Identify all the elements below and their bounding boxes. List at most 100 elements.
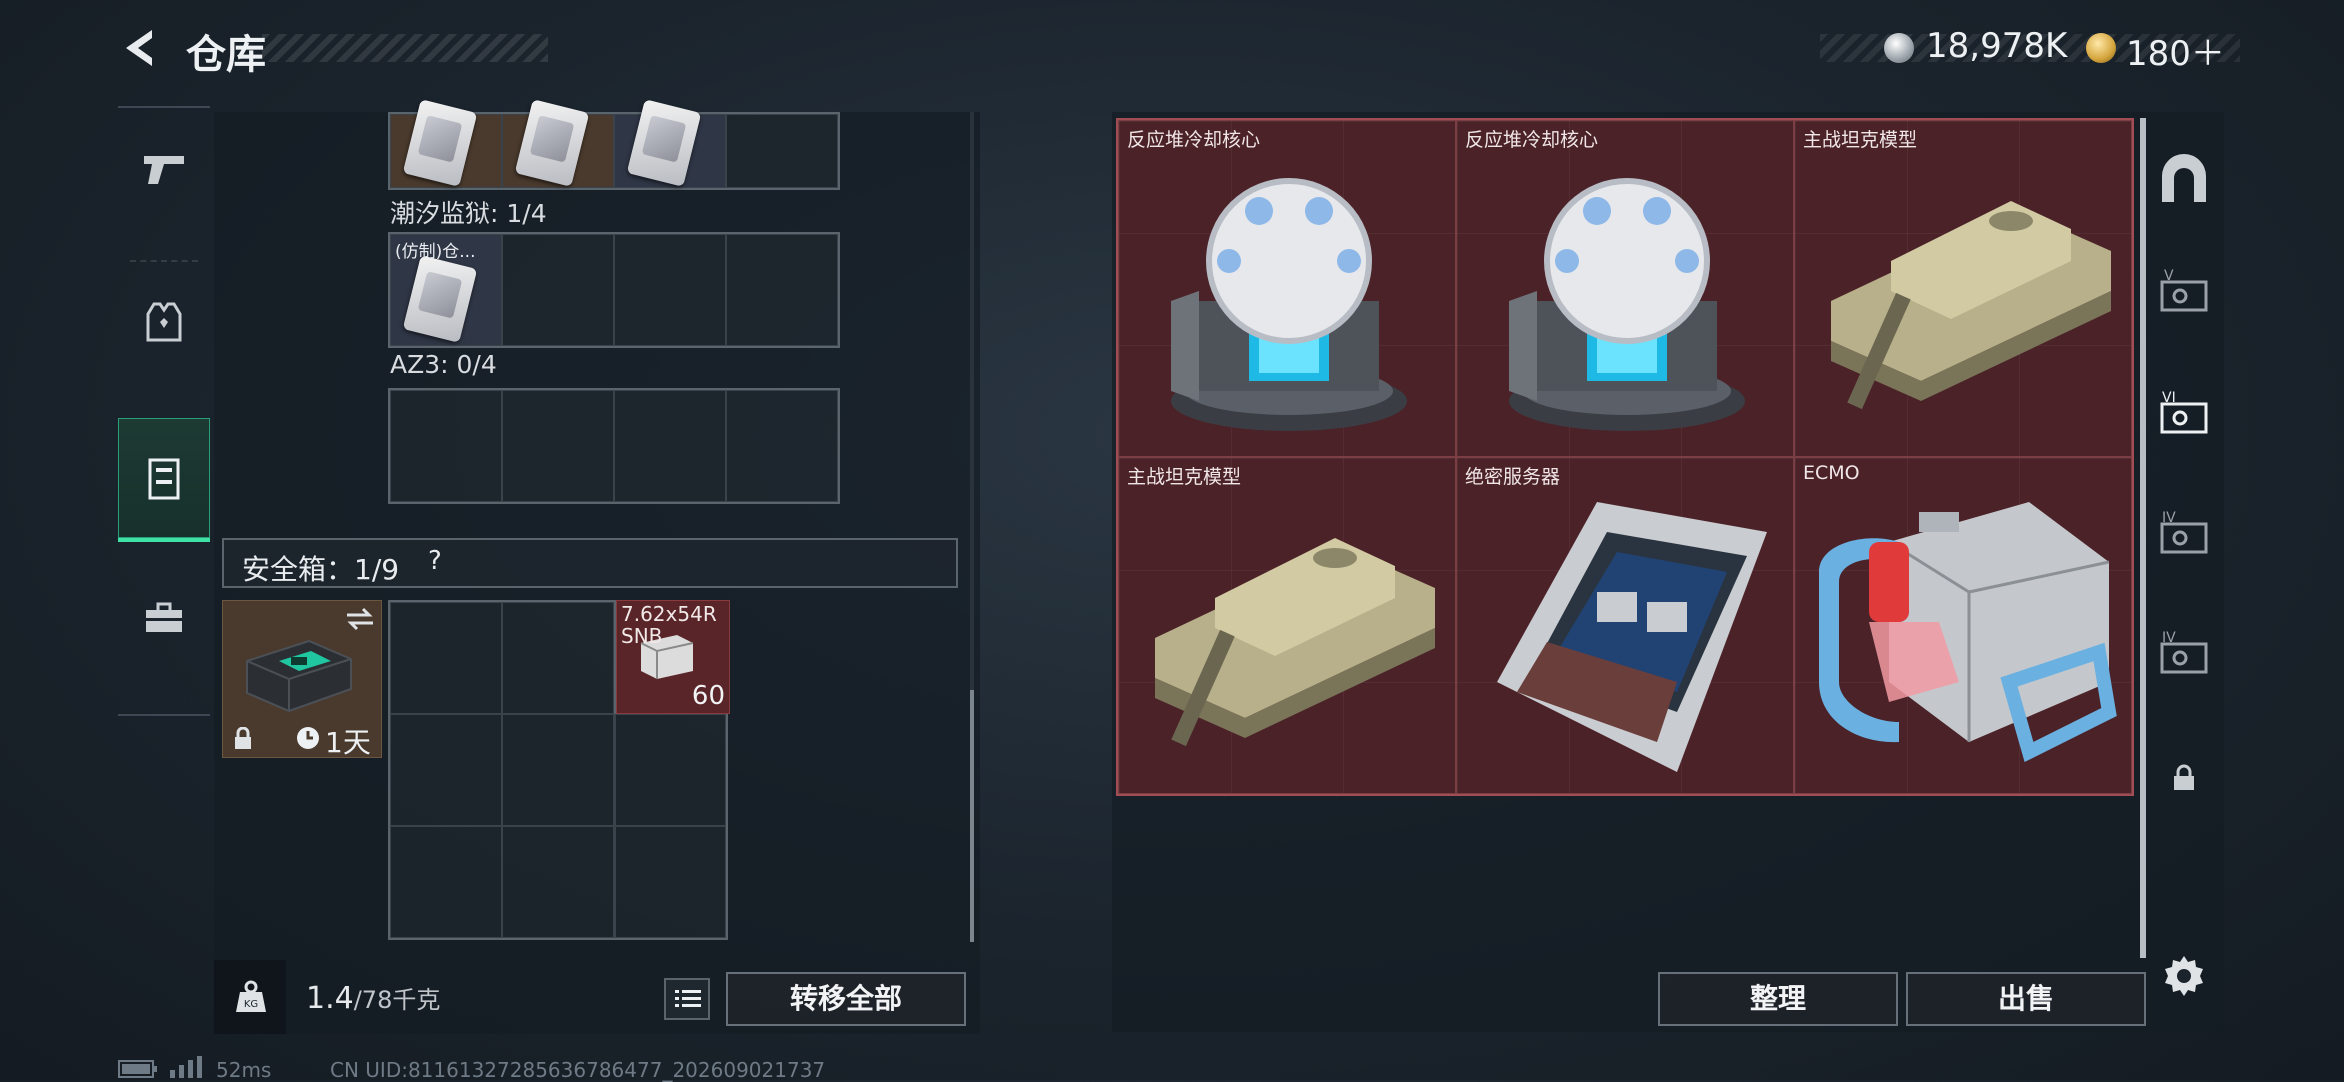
stash-item[interactable]: 反应堆冷却核心 (1118, 120, 1456, 457)
weight-current: 1.4 (306, 981, 354, 1016)
stash-item[interactable]: 绝密服务器 (1456, 457, 1794, 794)
reactor-core-icon (1509, 178, 1745, 431)
silver-coin-icon (1884, 33, 1914, 63)
settings-button[interactable] (2154, 946, 2214, 1006)
grid-cell[interactable] (614, 714, 726, 826)
ammo-item[interactable]: 7.62x54R SNB 60 (616, 600, 730, 714)
grid-cell[interactable] (726, 390, 838, 502)
weight-icon: KG (236, 980, 266, 1012)
gear-icon (2165, 956, 2203, 996)
stash-item[interactable]: 主战坦克模型 (1118, 457, 1456, 794)
ammo-name: 7.62x54R SNB (621, 602, 717, 648)
stash-page-v[interactable]: V (2154, 262, 2214, 322)
list-icon (675, 990, 701, 1007)
lock-icon (235, 727, 251, 749)
stash-page-vi[interactable]: VI (2154, 384, 2214, 444)
stash-page-iv[interactable]: IV (2154, 504, 2214, 564)
az3-grid (388, 388, 840, 504)
uid-label: CN UID:81161327285636786477_202609021737 (330, 1058, 826, 1082)
back-arrow-icon[interactable] (118, 26, 162, 70)
svg-text:IV: IV (2162, 510, 2176, 526)
list-view-button[interactable] (664, 978, 710, 1020)
item-name: 绝密服务器 (1465, 466, 1561, 488)
grid-cell[interactable] (390, 714, 502, 826)
hard-case-icon (246, 639, 352, 713)
safebox-grid-col3 (614, 712, 728, 940)
grid-cell[interactable] (502, 714, 614, 826)
signal-icon (170, 1056, 202, 1078)
grid-cell[interactable] (614, 234, 726, 346)
tab-weapons[interactable] (118, 108, 210, 228)
grid-cell[interactable] (390, 826, 502, 938)
keycard-item[interactable] (502, 99, 614, 188)
sort-button[interactable]: 整理 (1658, 972, 1898, 1026)
transfer-all-button[interactable]: 转移全部 (726, 972, 966, 1026)
ammo-count: 60 (691, 681, 725, 711)
safebox-title: 安全箱：1/9 (242, 553, 400, 586)
item-name: 反应堆冷却核心 (1127, 129, 1261, 151)
grid-cell[interactable] (390, 390, 502, 502)
svg-text:KG: KG (244, 999, 258, 1010)
grid-cell[interactable] (502, 234, 614, 346)
stash-page-iv-2[interactable]: IV (2154, 624, 2214, 684)
grid-cell[interactable] (726, 234, 838, 346)
stash-item[interactable]: 主战坦克模型 (1794, 120, 2132, 457)
keycard-item[interactable] (390, 99, 502, 188)
item-label: (仿制)仓... (395, 242, 476, 262)
tab-container[interactable] (118, 418, 210, 542)
svg-text:VI: VI (2162, 390, 2176, 406)
sell-button[interactable]: 出售 (1906, 972, 2146, 1026)
az3-label: AZ3: 0/4 (390, 350, 497, 379)
stash-scrollbar[interactable] (2140, 118, 2146, 958)
grid-cell[interactable] (614, 826, 726, 938)
tide-prison-grid (388, 99, 840, 190)
currency-primary: 18,978K (1926, 26, 2068, 66)
stash-item[interactable]: ECMO (1794, 457, 2132, 794)
weight-readout: 1.4/78千克 (306, 980, 440, 1016)
server-icon (1497, 502, 1767, 772)
grid-cell[interactable] (390, 602, 502, 714)
ecmo-icon (1819, 502, 2117, 763)
lock-icon (2174, 764, 2194, 790)
weight-max: /78千克 (353, 986, 441, 1014)
pistol-icon (144, 156, 184, 184)
safebox-header: 安全箱：1/9 ? (222, 538, 958, 588)
tank-model-icon (1155, 538, 1435, 747)
locker-icon (148, 458, 180, 500)
backpack-scroll-thumb[interactable] (970, 690, 974, 942)
category-tabs (118, 106, 210, 716)
archway-icon (2162, 154, 2206, 202)
vest-icon (146, 302, 182, 342)
duration-label: 1天 (325, 726, 371, 759)
swap-icon[interactable] (345, 607, 375, 631)
item-name: 主战坦克模型 (1127, 466, 1242, 488)
safebox-case-item[interactable]: 1天 (222, 600, 382, 759)
grid-cell[interactable] (726, 114, 838, 188)
keycard-item[interactable] (614, 99, 726, 188)
gold-coin-icon (2086, 33, 2116, 63)
safebox-grid (388, 600, 616, 940)
imitation-keycard-item[interactable]: (仿制)仓... (390, 234, 502, 346)
battery-icon (118, 1060, 157, 1078)
stash-page-icon: IV (2160, 510, 2208, 554)
ping-label: 52ms (216, 1058, 272, 1082)
grid-cell[interactable] (614, 390, 726, 502)
tab-toolbox[interactable] (118, 558, 210, 678)
help-icon[interactable]: ? (428, 546, 442, 576)
item-name: 主战坦克模型 (1803, 129, 1918, 151)
stash-item[interactable]: 反应堆冷却核心 (1456, 120, 1794, 457)
item-name: 反应堆冷却核心 (1465, 129, 1599, 151)
grid-cell[interactable] (502, 390, 614, 502)
reactor-core-icon (1171, 178, 1407, 431)
tab-equipment[interactable] (118, 262, 210, 382)
grid-cell[interactable] (502, 826, 614, 938)
stash-page-icon: V (2160, 268, 2208, 312)
stash-page-icon: VI (2160, 390, 2208, 434)
stash-page-locked[interactable] (2154, 748, 2214, 808)
item-name: ECMO (1803, 462, 1860, 484)
stash-page-main[interactable] (2154, 150, 2214, 210)
grid-cell[interactable] (502, 602, 614, 714)
currency-secondary[interactable]: 180＋ (2126, 26, 2225, 75)
briefcase-icon (146, 602, 182, 632)
tide-prison-label: 潮汐监狱: 1/4 (390, 199, 547, 228)
